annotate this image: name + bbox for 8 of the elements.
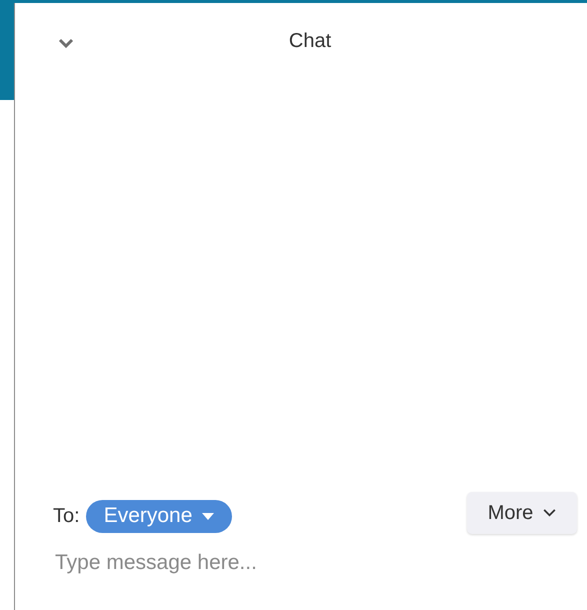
recipient-dropdown[interactable]: Everyone <box>86 500 232 532</box>
panel-title: Chat <box>288 29 332 54</box>
recipient-label: To: <box>53 504 80 529</box>
chevron-icon <box>543 509 556 517</box>
caret-icon <box>202 512 214 520</box>
collapse-icon[interactable] <box>58 38 74 48</box>
more-button[interactable]: More <box>467 492 577 534</box>
message-field[interactable]: Type message here... <box>55 548 535 578</box>
